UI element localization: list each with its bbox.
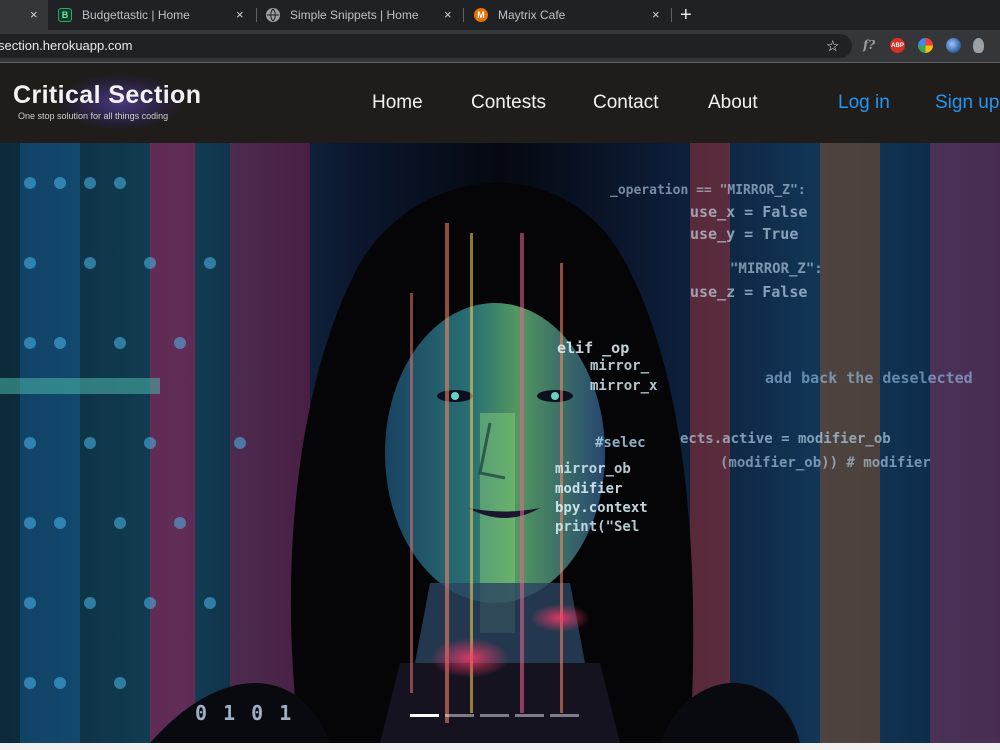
code-line: use_y = True bbox=[690, 225, 799, 243]
tab-critical-section[interactable]: × bbox=[0, 0, 48, 30]
code-line: ects.active = modifier_ob bbox=[680, 431, 891, 447]
carousel-indicator-1[interactable] bbox=[410, 714, 439, 717]
close-icon[interactable]: × bbox=[444, 8, 452, 21]
carousel-indicator-3[interactable] bbox=[480, 714, 509, 717]
projected-code-text: elif _op mirror_ mirror_x #selec mirror_… bbox=[0, 143, 1000, 743]
code-line: #selec bbox=[595, 435, 646, 451]
code-line: print("Sel bbox=[555, 519, 640, 535]
tab-maytrix-cafe[interactable]: M Maytrix Cafe × bbox=[474, 0, 666, 30]
code-line: mirror_ bbox=[590, 358, 650, 374]
tab-title: Maytrix Cafe bbox=[498, 8, 566, 22]
carousel-indicator-2[interactable] bbox=[445, 714, 474, 717]
code-line: (modifier_ob)) # modifier bbox=[720, 455, 931, 471]
close-icon[interactable]: × bbox=[236, 8, 244, 21]
url-text[interactable]: section.herokuapp.com bbox=[0, 38, 132, 53]
profile-avatar-icon[interactable] bbox=[973, 38, 984, 53]
nav-link-home[interactable]: Home bbox=[372, 92, 423, 114]
browser-toolbar: section.herokuapp.com ☆ f? ABP bbox=[0, 30, 1000, 62]
code-line: add back the deselected bbox=[765, 369, 973, 387]
color-picker-extension-icon[interactable] bbox=[918, 38, 933, 53]
hero-carousel[interactable]: elif _op mirror_ mirror_x #selec mirror_… bbox=[0, 143, 1000, 743]
nav-link-contests[interactable]: Contests bbox=[471, 92, 546, 114]
code-line: use_z = False bbox=[690, 283, 808, 301]
code-line: "MIRROR_Z": bbox=[730, 261, 823, 277]
logo-tagline: One stop solution for all things coding bbox=[18, 111, 169, 121]
code-line: elif _op bbox=[557, 339, 630, 357]
address-bar[interactable]: section.herokuapp.com ☆ bbox=[0, 34, 852, 58]
code-line: _operation == "MIRROR_Z": bbox=[610, 183, 806, 198]
close-icon[interactable]: × bbox=[30, 8, 38, 21]
bookmark-star-icon[interactable]: ☆ bbox=[826, 37, 839, 55]
globe-extension-icon[interactable] bbox=[946, 38, 961, 53]
carousel-indicator-5[interactable] bbox=[550, 714, 579, 717]
nav-link-contact[interactable]: Contact bbox=[593, 92, 658, 114]
carousel-indicators bbox=[410, 714, 579, 717]
code-line: mirror_x bbox=[590, 378, 658, 394]
login-link[interactable]: Log in bbox=[838, 92, 890, 114]
code-line: 0 1 0 1 bbox=[195, 701, 294, 725]
adblock-plus-icon[interactable]: ABP bbox=[890, 38, 905, 53]
tab-separator bbox=[463, 8, 464, 22]
close-icon[interactable]: × bbox=[652, 8, 660, 21]
tab-separator bbox=[671, 8, 672, 22]
tab-simple-snippets[interactable]: Simple Snippets | Home × bbox=[266, 0, 458, 30]
code-line: mirror_ob bbox=[555, 461, 631, 477]
new-tab-button[interactable]: + bbox=[680, 3, 692, 27]
code-line: use_x = False bbox=[690, 203, 808, 221]
tab-title: Simple Snippets | Home bbox=[290, 8, 419, 22]
maytrix-favicon-icon: M bbox=[474, 8, 488, 22]
tab-separator bbox=[256, 8, 257, 22]
signup-link[interactable]: Sign up bbox=[935, 92, 999, 114]
formula-extension-icon[interactable]: f? bbox=[863, 37, 875, 52]
globe-icon bbox=[266, 8, 280, 22]
nav-link-about[interactable]: About bbox=[708, 92, 758, 114]
carousel-indicator-4[interactable] bbox=[515, 714, 544, 717]
budgettastic-favicon-icon: B bbox=[58, 8, 72, 22]
page-below-fold bbox=[0, 743, 1000, 750]
browser-tab-bar: × B Budgettastic | Home × Simple Snippet… bbox=[0, 0, 1000, 30]
code-line: bpy.context bbox=[555, 500, 648, 516]
site-navbar: Critical Section One stop solution for a… bbox=[0, 63, 1000, 143]
logo-title[interactable]: Critical Section bbox=[13, 81, 201, 110]
tab-title: Budgettastic | Home bbox=[82, 8, 190, 22]
tab-budgettastic[interactable]: B Budgettastic | Home × bbox=[58, 0, 250, 30]
code-line: modifier bbox=[555, 481, 623, 497]
